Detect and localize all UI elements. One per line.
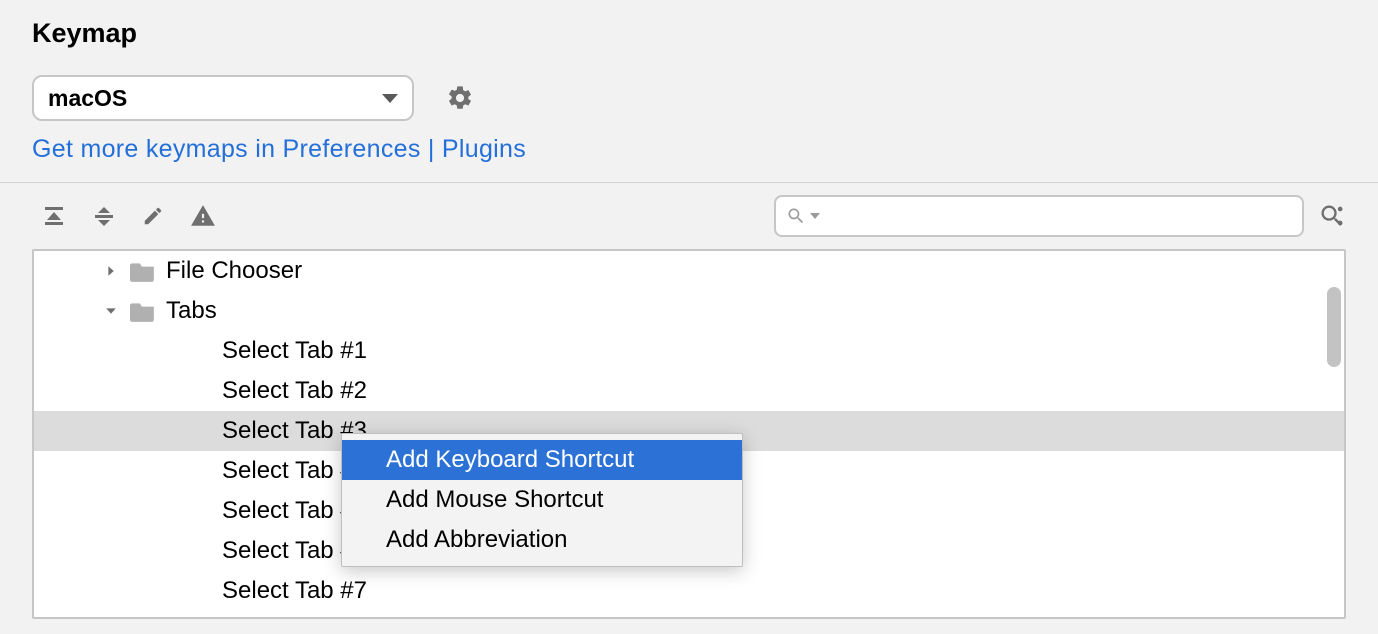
menu-item-add-mouse-shortcut[interactable]: Add Mouse Shortcut bbox=[342, 480, 742, 520]
find-shortcut-icon[interactable] bbox=[1318, 202, 1346, 230]
search-icon bbox=[786, 206, 806, 226]
folder-icon bbox=[130, 260, 156, 282]
get-more-keymaps-link[interactable]: Get more keymaps in Preferences | Plugin… bbox=[32, 135, 1346, 164]
link-text: Get more keymaps in Preferences | Plugin… bbox=[32, 135, 526, 163]
tree-leaf[interactable]: Select Tab #1 bbox=[34, 331, 1344, 371]
chevron-right-icon bbox=[102, 262, 120, 280]
tree-leaf-label: Select Tab #1 bbox=[222, 337, 367, 365]
tree-leaf-label: Select Tab #2 bbox=[222, 377, 367, 405]
gear-icon[interactable] bbox=[446, 84, 474, 112]
tree-leaf[interactable]: Select Tab #2 bbox=[34, 371, 1344, 411]
folder-icon bbox=[130, 300, 156, 322]
tree-leaf[interactable]: Select Tab #7 bbox=[34, 571, 1344, 611]
keymap-tree[interactable]: File Chooser Tabs Select Tab #1 Select T… bbox=[32, 249, 1346, 619]
edit-icon[interactable] bbox=[142, 205, 164, 227]
menu-item-add-keyboard-shortcut[interactable]: Add Keyboard Shortcut bbox=[342, 440, 742, 480]
tree-folder-label: Tabs bbox=[166, 297, 217, 325]
tree-folder-label: File Chooser bbox=[166, 257, 302, 285]
chevron-down-icon bbox=[102, 302, 120, 320]
expand-all-icon[interactable] bbox=[42, 204, 66, 228]
page-title: Keymap bbox=[32, 18, 1346, 49]
tree-leaf-label: Select Tab #7 bbox=[222, 577, 367, 605]
warning-icon[interactable] bbox=[190, 203, 216, 229]
search-input-container[interactable] bbox=[774, 195, 1304, 237]
search-input[interactable] bbox=[824, 203, 1292, 229]
search-options-dropdown-icon[interactable] bbox=[810, 213, 820, 219]
tree-folder-tabs[interactable]: Tabs bbox=[34, 291, 1344, 331]
keymap-select[interactable]: macOS bbox=[32, 75, 414, 121]
context-menu: Add Keyboard Shortcut Add Mouse Shortcut… bbox=[341, 433, 743, 567]
collapse-all-icon[interactable] bbox=[92, 204, 116, 228]
keymap-select-value: macOS bbox=[48, 85, 127, 112]
tree-folder-file-chooser[interactable]: File Chooser bbox=[34, 251, 1344, 291]
menu-item-add-abbreviation[interactable]: Add Abbreviation bbox=[342, 520, 742, 560]
chevron-down-icon bbox=[382, 94, 398, 103]
